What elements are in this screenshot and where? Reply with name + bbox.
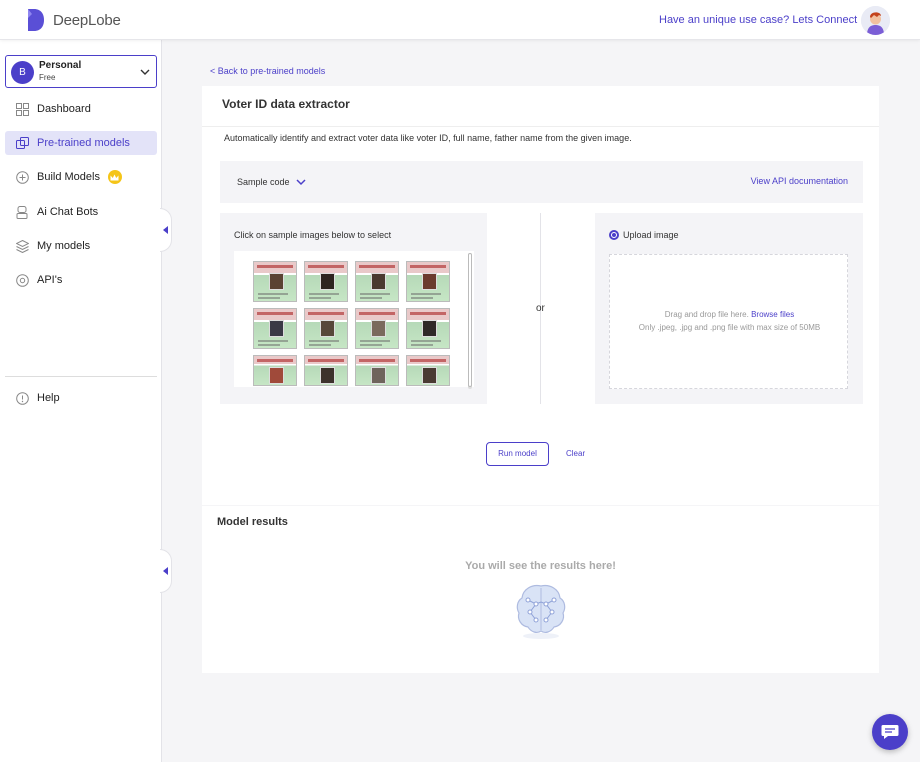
sample-image[interactable]	[355, 261, 399, 302]
sample-images-scrollbar[interactable]	[468, 253, 472, 389]
crown-icon	[107, 170, 122, 184]
sidebar-item-ai-chat-bots[interactable]: Ai Chat Bots	[5, 200, 157, 224]
sample-image[interactable]	[406, 308, 450, 349]
account-plan: Free	[39, 73, 56, 82]
sample-images-label: Click on sample images below to select	[234, 230, 392, 240]
or-separator: or	[536, 303, 545, 314]
sidebar-item-dashboard[interactable]: Dashboard	[5, 97, 157, 121]
chevron-down-icon	[296, 179, 306, 186]
sidebar-item-label: Pre-trained models	[37, 137, 130, 149]
back-to-models-link[interactable]: < Back to pre-trained models	[210, 66, 325, 76]
avatar-illustration-icon	[861, 6, 890, 35]
pretrained-models-icon	[15, 136, 29, 150]
upload-image-label: Upload image	[623, 230, 679, 240]
account-name: Personal	[39, 60, 82, 71]
sample-image[interactable]	[304, 308, 348, 349]
my-models-icon	[15, 239, 29, 253]
chevron-down-icon	[140, 69, 150, 75]
chevron-left-icon	[162, 567, 168, 575]
sidebar-item-apis[interactable]: API's	[5, 268, 157, 292]
deeplobe-logo-icon	[28, 9, 44, 31]
api-documentation-link[interactable]: View API documentation	[751, 176, 848, 186]
page-title: Voter ID data extractor	[222, 97, 350, 111]
top-bar: DeepLobe Have an unique use case? Lets C…	[0, 0, 920, 40]
sidebar-item-label: Dashboard	[37, 103, 91, 115]
sample-images-panel: Click on sample images below to select	[220, 213, 487, 404]
sample-image[interactable]	[355, 355, 399, 386]
scrollbar-thumb[interactable]	[468, 253, 472, 387]
run-model-button[interactable]: Run model	[486, 442, 549, 466]
build-models-icon	[15, 170, 29, 184]
sidebar-item-pretrained-models[interactable]: Pre-trained models	[5, 131, 157, 155]
sample-image[interactable]	[253, 355, 297, 386]
sample-image[interactable]	[253, 308, 297, 349]
browse-files-link[interactable]: Browse files	[751, 310, 794, 319]
model-description: Automatically identify and extract voter…	[224, 133, 632, 143]
brand-name: DeepLobe	[53, 11, 121, 29]
sidebar-divider	[5, 376, 157, 377]
dashboard-icon	[15, 102, 29, 116]
sample-image[interactable]	[406, 355, 450, 386]
chat-support-button[interactable]	[872, 714, 908, 750]
sidebar-item-build-models[interactable]: Build Models	[5, 165, 157, 189]
sample-image[interactable]	[304, 261, 348, 302]
sidebar-item-label: API's	[37, 274, 63, 286]
sidebar-collapse-toggle[interactable]	[160, 208, 172, 252]
file-dropzone[interactable]: Drag and drop file here. Browse files On…	[609, 254, 848, 389]
sidebar-item-help[interactable]: Help	[5, 386, 157, 410]
help-icon	[15, 391, 29, 405]
chat-bot-icon	[15, 205, 29, 219]
brand-logo[interactable]: DeepLobe	[26, 7, 121, 33]
file-hint: Only .jpeg, .jpg and .png file with max …	[638, 323, 821, 332]
sample-image[interactable]	[355, 308, 399, 349]
clear-button[interactable]: Clear	[566, 449, 585, 458]
sample-image[interactable]	[253, 261, 297, 302]
api-icon	[15, 273, 29, 287]
account-avatar: B	[11, 61, 34, 84]
connect-link[interactable]: Have an unique use case? Lets Connect	[659, 14, 857, 26]
user-avatar[interactable]	[861, 6, 890, 35]
sidebar-item-label: My models	[37, 240, 91, 252]
sample-code-toggle[interactable]: Sample code	[237, 177, 306, 187]
brain-icon	[516, 584, 566, 639]
results-title: Model results	[217, 516, 288, 528]
upload-panel: Upload image Drag and drop file here. Br…	[595, 213, 863, 404]
sample-image[interactable]	[304, 355, 348, 386]
account-switcher[interactable]: B Personal Free	[5, 55, 157, 88]
sidebar-collapse-toggle-lower[interactable]	[160, 549, 172, 593]
sample-code-label: Sample code	[237, 177, 290, 187]
title-divider	[202, 126, 879, 127]
drop-instructions: Drag and drop file here. Browse files	[664, 310, 795, 319]
model-card: Voter ID data extractor Automatically id…	[202, 86, 879, 505]
results-card: Model results You will see the results h…	[202, 506, 879, 673]
chevron-left-icon	[162, 226, 168, 234]
results-empty-message: You will see the results here!	[465, 560, 616, 572]
upload-image-radio[interactable]	[609, 230, 619, 240]
sidebar: B Personal Free Dashboard Pre-trained mo…	[0, 40, 162, 762]
sample-images-list[interactable]	[234, 251, 474, 387]
sidebar-item-label: Help	[37, 392, 60, 404]
sidebar-item-my-models[interactable]: My models	[5, 234, 157, 258]
sidebar-item-label: Ai Chat Bots	[37, 206, 99, 218]
sample-code-bar: Sample code View API documentation	[220, 161, 863, 203]
sidebar-item-label: Build Models	[37, 171, 100, 183]
sample-image[interactable]	[406, 261, 450, 302]
chat-icon	[881, 725, 899, 739]
